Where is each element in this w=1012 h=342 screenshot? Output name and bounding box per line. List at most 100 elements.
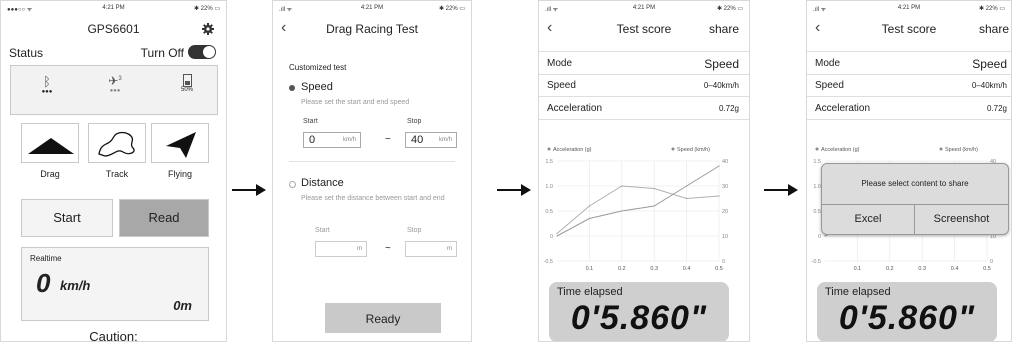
speed-option-label[interactable]: Speed — [301, 81, 333, 93]
score-row-acceleration: Acceleration 0.72g — [539, 97, 749, 120]
section-label: Customized test — [289, 63, 347, 72]
phone-screen-drag-setup: .ıll ᯤ 4:21 PM ✱ 22% ▭ ‹ Drag Racing Tes… — [272, 0, 472, 342]
screenshot-button[interactable]: Screenshot — [915, 204, 1008, 234]
y-left-tick-label: -0.5 — [812, 259, 821, 265]
excel-button[interactable]: Excel — [822, 204, 915, 234]
start-button[interactable]: Start — [21, 199, 113, 237]
clock: 4:21 PM — [102, 5, 125, 11]
y-right-tick-label: 20 — [722, 209, 728, 215]
series-line-acceleration — [556, 185, 720, 234]
y-right-tick-label: 30 — [722, 184, 728, 190]
distance-value: 0m — [173, 298, 192, 313]
data-point — [621, 210, 623, 212]
legend-marker — [671, 147, 675, 151]
stop-speed-input[interactable]: 40 km/h — [405, 132, 457, 148]
satellite-icon: ✈3 — [108, 74, 122, 88]
nav-bar: ‹ Test score share — [539, 15, 749, 41]
y-left-tick-label: 1.0 — [813, 184, 821, 190]
share-button[interactable]: share — [709, 22, 739, 36]
gear-icon[interactable] — [202, 23, 214, 35]
nav-bar: ‹ Test score share — [807, 15, 1011, 41]
status-bar: .ıll ᯤ 4:21 PM ✱ 22% ▭ — [273, 1, 471, 15]
turn-off-label: Turn Off — [140, 46, 184, 60]
x-tick-label: 0.4 — [951, 266, 959, 272]
phone-screen-share: .ıll ᯤ 4:21 PM ✱ 22% ▭ ‹ Test score shar… — [806, 0, 1012, 342]
drag-label: Drag — [40, 169, 60, 179]
satellite-status: ✈3 ●●● — [101, 74, 129, 94]
data-point — [588, 217, 590, 220]
flow-arrow-icon — [764, 184, 798, 196]
page-title: Drag Racing Test — [326, 22, 418, 36]
share-dialog-title: Please select content to share — [861, 179, 969, 188]
data-point — [556, 232, 558, 235]
share-button[interactable]: share — [979, 22, 1009, 36]
score-row-mode: Mode Speed — [539, 51, 749, 75]
status-panel: ᛒ ●●● ✈3 ●●● 50% — [10, 65, 218, 115]
x-tick-label: 0.1 — [586, 266, 594, 272]
status-label: Status — [9, 46, 44, 60]
nav-bar: GPS6601 — [1, 15, 226, 41]
y-left-tick-label: 1.0 — [545, 184, 553, 190]
realtime-label: Realtime — [30, 254, 62, 263]
phone-screen-test-score: .ıll ᯤ 4:21 PM ✱ 22% ▭ ‹ Test score shar… — [538, 0, 750, 342]
time-elapsed-value: 0'5.860" — [838, 299, 976, 337]
flow-arrow-icon — [497, 184, 531, 196]
legend-speed: Speed (km/h) — [945, 147, 978, 153]
y-right-tick-label: 40 — [722, 159, 728, 165]
time-elapsed-label: Time elapsed — [557, 286, 623, 298]
range-separator: ~ — [385, 243, 391, 254]
speed-hint: Please set the start and end speed — [301, 99, 410, 106]
data-point — [588, 205, 590, 207]
flow-arrow-icon — [232, 184, 266, 196]
distance-radio[interactable] — [289, 181, 296, 188]
time-elapsed-label: Time elapsed — [825, 286, 891, 298]
start-speed-input[interactable]: 0 km/h — [303, 132, 361, 148]
legend-marker — [815, 147, 819, 151]
nav-bar: ‹ Drag Racing Test — [273, 15, 471, 41]
x-tick-label: 0.5 — [715, 266, 723, 272]
drag-mode-button[interactable] — [21, 123, 79, 163]
score-row-mode: Mode Speed — [807, 51, 1011, 75]
acceleration-speed-chart: Acceleration (g) Speed (km/h) 0.1 0.2 0.3 0.4… — [544, 147, 729, 272]
y-right-tick-label: 10 — [722, 234, 728, 240]
distance-stop-input[interactable]: m — [405, 241, 457, 257]
stop-label: Stop — [407, 118, 422, 125]
distance-option-label[interactable]: Distance — [301, 177, 344, 189]
y-left-tick-label: 0.5 — [813, 209, 821, 215]
score-row-speed: Speed 0–40km/h — [539, 74, 749, 97]
legend-speed: Speed (km/h) — [677, 147, 710, 153]
data-point — [686, 185, 688, 187]
flying-mode-button[interactable] — [151, 123, 209, 163]
score-row-acceleration: Acceleration 0.72g — [807, 97, 1011, 120]
x-tick-label: 0.2 — [886, 266, 894, 272]
data-point — [824, 235, 826, 237]
turn-off-toggle[interactable] — [188, 45, 216, 59]
status-bar: .ıll ᯤ 4:21 PM ✱ 22% ▭ — [807, 1, 1011, 15]
series-line-speed — [556, 165, 720, 237]
distance-start-input[interactable]: m — [315, 241, 367, 257]
speed-radio[interactable] — [289, 85, 295, 91]
data-point — [653, 205, 655, 207]
battery-indicator: ✱ 22% ▭ — [716, 6, 743, 12]
y-left-tick-label: 1.5 — [813, 159, 821, 165]
y-left-tick-label: 1.5 — [545, 159, 553, 165]
battery-indicator: ✱ 22% ▭ — [193, 6, 220, 12]
track-icon — [98, 131, 135, 157]
track-mode-button[interactable] — [88, 123, 146, 163]
ready-button[interactable]: Ready — [325, 303, 441, 333]
bluetooth-status: ᛒ ●●● — [35, 74, 59, 95]
legend-acceleration: Acceleration (g) — [553, 147, 592, 153]
start-label: Start — [303, 118, 318, 125]
read-button[interactable]: Read — [119, 199, 209, 237]
data-point — [686, 197, 688, 200]
distance-start-label: Start — [315, 227, 330, 234]
legend-marker — [547, 147, 551, 151]
battery-status: 50% — [175, 74, 199, 93]
data-point — [718, 165, 720, 167]
data-point — [621, 185, 623, 187]
realtime-panel: Realtime 0 km/h 0m — [21, 247, 209, 321]
speed-value: 0 — [36, 268, 51, 298]
y-left-tick-label: 0 — [818, 234, 821, 240]
y-left-tick-label: 0 — [550, 234, 553, 240]
y-left-tick-label: -0.5 — [544, 259, 553, 265]
